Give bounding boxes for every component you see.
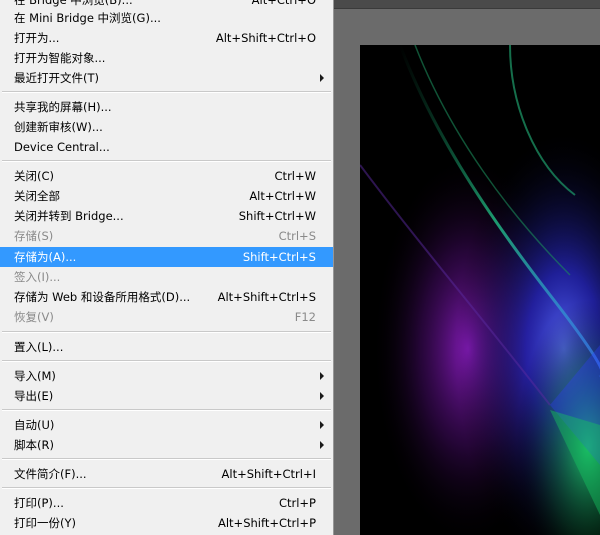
submenu-arrow-icon [320,441,324,449]
menu-item-share-my-screen[interactable]: 共享我的屏幕(H)... [0,97,333,117]
menu-item-place[interactable]: 置入(L)... [0,337,333,357]
submenu-arrow-icon [320,372,324,380]
menu-item-browse-in-mini-bridge[interactable]: 在 Mini Bridge 中浏览(G)... [0,8,333,28]
menu-item-open-recent[interactable]: 最近打开文件(T) [0,68,333,88]
menu-item-label: 存储(S) [14,229,54,243]
menu-item-label: 关闭并转到 Bridge... [14,209,124,223]
menu-item-shortcut: Shift+Ctrl+W [238,209,316,223]
menu-item-revert[interactable]: 恢复(V) F12 [0,307,333,327]
menu-item-shortcut: Ctrl+S [278,229,316,243]
abstract-light-artwork [360,45,600,535]
menu-item-save[interactable]: 存储(S) Ctrl+S [0,226,333,246]
menu-item-label: 创建新审核(W)... [14,120,103,134]
menu-item-open-as-smart-object[interactable]: 打开为智能对象... [0,48,333,68]
menu-item-shortcut: Alt+Shift+Ctrl+S [217,290,316,304]
menu-item-label: 最近打开文件(T) [14,71,99,85]
menu-item-open-as[interactable]: 打开为... Alt+Shift+Ctrl+O [0,28,333,48]
menu-separator [2,458,331,460]
menu-separator [2,360,331,362]
menu-item-export[interactable]: 导出(E) [0,386,333,406]
menu-item-shortcut: F12 [294,310,316,324]
submenu-arrow-icon [320,421,324,429]
menu-item-label: 签入(I)... [14,270,61,284]
menu-item-label: 自动(U) [14,418,55,432]
menu-separator [2,331,331,333]
menu-item-label: 导入(M) [14,369,56,383]
menu-item-close-all[interactable]: 关闭全部 Alt+Ctrl+W [0,186,333,206]
menu-item-label: 关闭全部 [14,189,60,203]
menu-item-save-as[interactable]: 存储为(A)... Shift+Ctrl+S [0,247,333,267]
menu-item-import[interactable]: 导入(M) [0,366,333,386]
menu-item-shortcut: Ctrl+P [278,496,316,510]
menu-item-label: 存储为(A)... [14,250,77,264]
submenu-arrow-icon [320,74,324,82]
menu-item-label: 脚本(R) [14,438,54,452]
menu-item-label: 置入(L)... [14,340,64,354]
menu-item-label: 共享我的屏幕(H)... [14,100,112,114]
menu-item-shortcut: Alt+Shift+Ctrl+P [217,516,316,530]
file-menu: 在 Bridge 中浏览(B)... Alt+Ctrl+O 在 Mini Bri… [0,0,334,535]
menu-separator [2,160,331,162]
menu-item-close-and-go-to-bridge[interactable]: 关闭并转到 Bridge... Shift+Ctrl+W [0,206,333,226]
menu-item-label: 在 Mini Bridge 中浏览(G)... [14,11,161,25]
menu-item-file-info[interactable]: 文件简介(F)... Alt+Shift+Ctrl+I [0,464,333,484]
menu-item-label: 打开为智能对象... [14,51,106,65]
menu-item-check-in[interactable]: 签入(I)... [0,267,333,287]
menu-separator [2,91,331,93]
menu-item-shortcut: Alt+Shift+Ctrl+I [221,467,316,481]
menu-item-save-for-web[interactable]: 存储为 Web 和设备所用格式(D)... Alt+Shift+Ctrl+S [0,287,333,307]
menu-item-label: 存储为 Web 和设备所用格式(D)... [14,290,191,304]
menu-item-label: 关闭(C) [14,169,55,183]
menu-item-label: 文件简介(F)... [14,467,87,481]
menu-item-create-new-review[interactable]: 创建新审核(W)... [0,117,333,137]
menu-item-label: 恢复(V) [14,310,54,324]
menu-item-label: 打开为... [14,31,60,45]
menu-item-label: 导出(E) [14,389,54,403]
document-canvas[interactable] [360,45,600,535]
menu-item-label: 打印一份(Y) [14,516,76,530]
menu-item-scripts[interactable]: 脚本(R) [0,435,333,455]
menu-item-shortcut: Alt+Ctrl+W [249,189,316,203]
menu-item-label: 打印(P)... [14,496,64,510]
menu-item-close[interactable]: 关闭(C) Ctrl+W [0,166,333,186]
menu-item-print-one-copy[interactable]: 打印一份(Y) Alt+Shift+Ctrl+P [0,513,333,533]
menu-item-label: Device Central... [14,140,110,154]
menu-separator [2,409,331,411]
menu-item-print[interactable]: 打印(P)... Ctrl+P [0,493,333,513]
menu-item-shortcut: Alt+Shift+Ctrl+O [215,31,316,45]
submenu-arrow-icon [320,392,324,400]
menu-separator [2,487,331,489]
menu-item-shortcut: Ctrl+W [274,169,316,183]
menu-item-device-central[interactable]: Device Central... [0,137,333,157]
document-tab-bar[interactable] [334,0,600,9]
menu-item-shortcut: Shift+Ctrl+S [242,250,316,264]
menu-item-automate[interactable]: 自动(U) [0,415,333,435]
